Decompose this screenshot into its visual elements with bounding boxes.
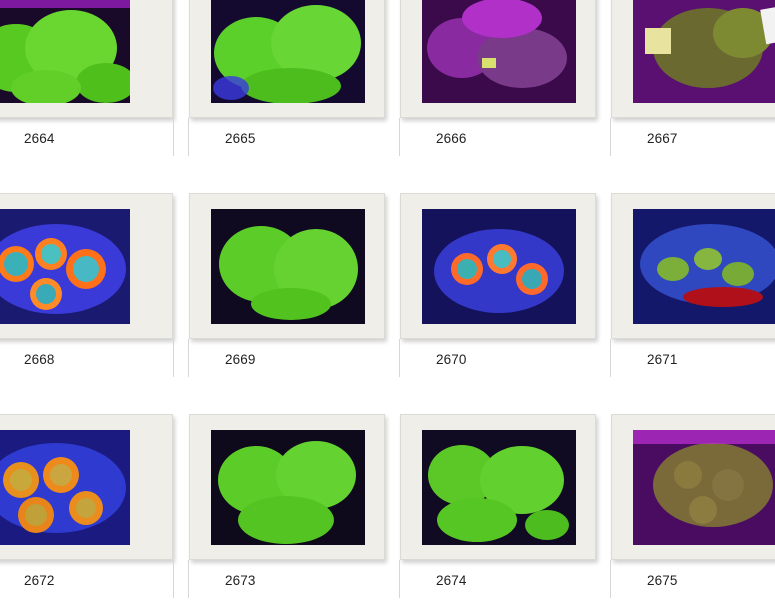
item-number-label[interactable]: 2673	[225, 573, 255, 588]
gallery-item-2671[interactable]: 2671	[610, 193, 775, 393]
coral-thumbnail-image	[633, 209, 775, 324]
coral-thumbnail-image	[633, 0, 775, 103]
item-number-label[interactable]: 2671	[647, 352, 677, 367]
gallery-item-2666[interactable]: 2666	[399, 0, 611, 172]
column-divider	[173, 339, 174, 377]
column-divider	[610, 339, 611, 377]
item-number-label[interactable]: 2674	[436, 573, 466, 588]
gallery-item-2674[interactable]: 2674	[399, 414, 611, 614]
column-divider	[188, 560, 189, 598]
item-number-label[interactable]: 2667	[647, 131, 677, 146]
gallery-item-2669[interactable]: 2669	[188, 193, 400, 393]
gallery-item-2665[interactable]: 2665	[188, 0, 400, 172]
coral-photo[interactable]	[0, 0, 130, 103]
item-number-label[interactable]: 2664	[24, 131, 54, 146]
coral-thumbnail-image	[0, 0, 130, 103]
gallery-item-2664[interactable]: 2664	[0, 0, 211, 172]
column-divider	[610, 560, 611, 598]
column-divider	[173, 560, 174, 598]
coral-photo[interactable]	[633, 209, 775, 324]
item-number-label[interactable]: 2666	[436, 131, 466, 146]
item-number-label[interactable]: 2670	[436, 352, 466, 367]
photo-frame[interactable]	[189, 414, 385, 560]
column-divider	[610, 118, 611, 156]
column-divider	[188, 118, 189, 156]
gallery-item-2667[interactable]: 2667	[610, 0, 775, 172]
gallery-item-2673[interactable]: 2673	[188, 414, 400, 614]
item-number-label[interactable]: 2665	[225, 131, 255, 146]
column-divider	[173, 118, 174, 156]
coral-thumbnail-image	[422, 0, 576, 103]
coral-photo[interactable]	[211, 430, 365, 545]
coral-thumbnail-image	[422, 209, 576, 324]
photo-frame[interactable]	[0, 193, 173, 339]
photo-frame[interactable]	[400, 0, 596, 118]
gallery-item-2670[interactable]: 2670	[399, 193, 611, 393]
coral-photo[interactable]	[422, 430, 576, 545]
item-number-label[interactable]: 2669	[225, 352, 255, 367]
gallery-item-2668[interactable]: 2668	[0, 193, 211, 393]
photo-frame[interactable]	[189, 193, 385, 339]
item-number-label[interactable]: 2675	[647, 573, 677, 588]
gallery-item-2675[interactable]: 2675	[610, 414, 775, 614]
photo-frame[interactable]	[0, 0, 173, 118]
coral-thumbnail-image	[211, 209, 365, 324]
coral-thumbnail-image	[211, 0, 365, 103]
coral-photo[interactable]	[633, 430, 775, 545]
coral-photo[interactable]	[211, 209, 365, 324]
coral-photo[interactable]	[422, 209, 576, 324]
coral-thumbnail-image	[0, 209, 130, 324]
coral-gallery-grid: 2664 2665 2666 2667 2668 2669 2670 2671 …	[0, 0, 775, 610]
photo-frame[interactable]	[189, 0, 385, 118]
coral-thumbnail-image	[633, 430, 775, 545]
item-number-label[interactable]: 2672	[24, 573, 54, 588]
column-divider	[399, 339, 400, 377]
photo-frame[interactable]	[611, 193, 775, 339]
item-number-label[interactable]: 2668	[24, 352, 54, 367]
coral-photo[interactable]	[633, 0, 775, 103]
coral-thumbnail-image	[211, 430, 365, 545]
coral-photo[interactable]	[0, 430, 130, 545]
photo-frame[interactable]	[0, 414, 173, 560]
column-divider	[399, 560, 400, 598]
coral-photo[interactable]	[211, 0, 365, 103]
photo-frame[interactable]	[611, 414, 775, 560]
coral-photo[interactable]	[0, 209, 130, 324]
photo-frame[interactable]	[611, 0, 775, 118]
column-divider	[399, 118, 400, 156]
column-divider	[188, 339, 189, 377]
coral-photo[interactable]	[422, 0, 576, 103]
gallery-item-2672[interactable]: 2672	[0, 414, 211, 614]
coral-thumbnail-image	[422, 430, 576, 545]
photo-frame[interactable]	[400, 414, 596, 560]
photo-frame[interactable]	[400, 193, 596, 339]
coral-thumbnail-image	[0, 430, 130, 545]
